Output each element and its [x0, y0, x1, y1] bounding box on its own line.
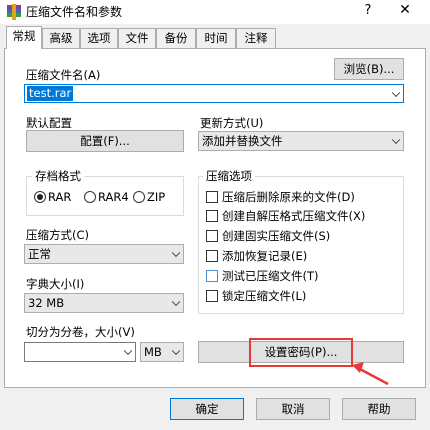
- chevron-down-icon[interactable]: [171, 346, 181, 356]
- dictionary-size-label: 字典大小(I): [26, 277, 85, 291]
- archive-name-value: test.rar: [27, 86, 74, 101]
- chevron-down-icon[interactable]: [391, 88, 401, 97]
- tab-time[interactable]: 时间: [196, 28, 236, 48]
- archive-name-label: 压缩文件名(A): [26, 68, 101, 82]
- format-rar4-label: RAR4: [98, 190, 129, 204]
- chevron-down-icon[interactable]: [391, 135, 401, 145]
- create-sfx-label: 创建自解压格式压缩文件(X): [222, 209, 366, 223]
- archive-format-title: 存档格式: [32, 168, 84, 184]
- help-button[interactable]: 帮助: [342, 398, 416, 420]
- compression-method-label: 压缩方式(C): [26, 228, 90, 242]
- help-question-icon[interactable]: ?: [360, 3, 376, 18]
- tab-backup[interactable]: 备份: [156, 28, 196, 48]
- profile-label: 默认配置: [26, 116, 72, 130]
- tab-general[interactable]: 常规: [6, 26, 42, 49]
- tab-files[interactable]: 文件: [118, 28, 156, 48]
- archiving-options-title: 压缩选项: [203, 168, 255, 184]
- format-rar4-radio[interactable]: [84, 191, 96, 203]
- close-icon[interactable]: ✕: [395, 2, 415, 18]
- chevron-down-icon[interactable]: [171, 248, 181, 258]
- compression-method-select[interactable]: 正常: [24, 244, 184, 264]
- window-title: 压缩文件名和参数: [26, 5, 123, 19]
- delete-files-checkbox[interactable]: [206, 191, 218, 203]
- lock-archive-checkbox[interactable]: [206, 290, 218, 302]
- chevron-down-icon[interactable]: [123, 346, 133, 356]
- set-password-button[interactable]: 设置密码(P)...: [198, 341, 404, 363]
- tab-advanced[interactable]: 高级: [42, 28, 80, 48]
- delete-files-label: 压缩后删除原来的文件(D): [222, 190, 355, 204]
- archive-name-input[interactable]: test.rar: [24, 84, 404, 103]
- test-archive-label: 测试已压缩文件(T): [222, 269, 319, 283]
- browse-button[interactable]: 浏览(B)...: [334, 58, 404, 80]
- create-solid-label: 创建固实压缩文件(S): [222, 229, 331, 243]
- format-zip-label: ZIP: [147, 190, 166, 204]
- format-zip-radio[interactable]: [133, 191, 145, 203]
- split-volumes-label: 切分为分卷，大小(V): [26, 325, 135, 339]
- split-unit-value: MB: [144, 345, 162, 359]
- format-rar-label: RAR: [48, 190, 72, 204]
- split-size-input[interactable]: [24, 342, 136, 362]
- split-unit-select[interactable]: MB: [140, 342, 184, 362]
- create-sfx-checkbox[interactable]: [206, 210, 218, 222]
- tab-comment[interactable]: 注释: [236, 28, 276, 48]
- test-archive-checkbox[interactable]: [206, 270, 218, 282]
- tab-options[interactable]: 选项: [80, 28, 118, 48]
- ok-button[interactable]: 确定: [170, 398, 244, 420]
- lock-archive-label: 锁定压缩文件(L): [222, 289, 307, 303]
- dictionary-size-select[interactable]: 32 MB: [24, 293, 184, 313]
- format-rar-radio[interactable]: [34, 191, 46, 203]
- winrar-app-icon: [7, 4, 21, 20]
- recovery-record-checkbox[interactable]: [206, 250, 218, 262]
- update-mode-label: 更新方式(U): [200, 116, 264, 130]
- profiles-button[interactable]: 配置(F)...: [26, 130, 184, 152]
- dictionary-size-value: 32 MB: [28, 296, 65, 310]
- update-mode-select[interactable]: 添加并替换文件: [198, 131, 404, 151]
- update-mode-value: 添加并替换文件: [202, 134, 283, 148]
- cancel-button[interactable]: 取消: [256, 398, 330, 420]
- compression-method-value: 正常: [28, 247, 51, 261]
- chevron-down-icon[interactable]: [171, 297, 181, 307]
- recovery-record-label: 添加恢复记录(E): [222, 249, 308, 263]
- create-solid-checkbox[interactable]: [206, 230, 218, 242]
